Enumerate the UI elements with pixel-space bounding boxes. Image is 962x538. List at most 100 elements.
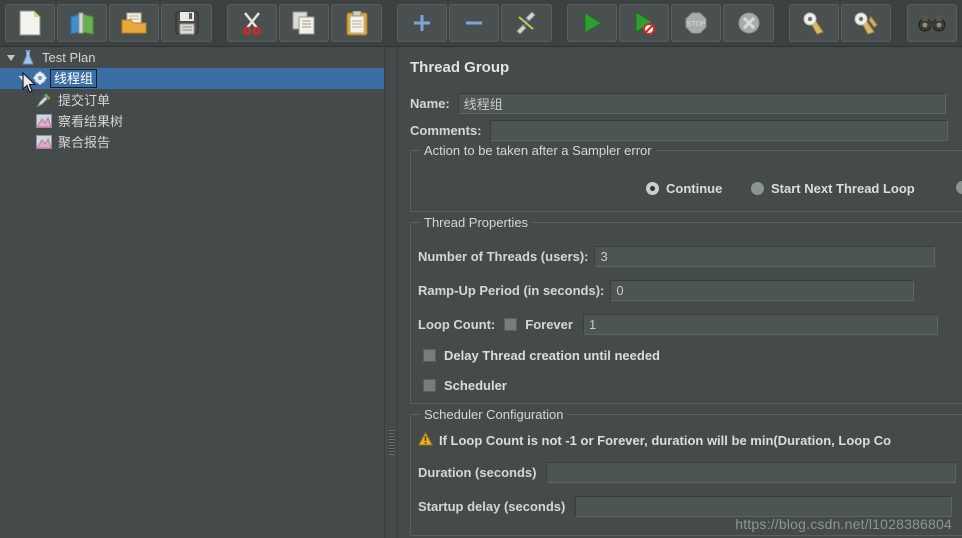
tree-node-http-request[interactable]: 提交订单: [0, 89, 384, 110]
tree-node-label: 察看结果树: [58, 114, 124, 129]
comments-label: Comments:: [410, 123, 482, 138]
paste-button[interactable]: [331, 4, 382, 42]
splitter-grip[interactable]: [389, 429, 394, 455]
toolbar-separator-4: [775, 4, 788, 42]
clear-all-broom-icon: [853, 11, 879, 35]
expand-arrow-icon[interactable]: [4, 47, 18, 68]
cut-button[interactable]: [227, 4, 278, 42]
toolbar-separator-5: [892, 4, 905, 42]
binoculars-icon: [918, 13, 946, 33]
tree-node-thread-group[interactable]: 线程组: [0, 68, 384, 89]
startup-delay-input[interactable]: [575, 496, 953, 517]
start-button[interactable]: [567, 4, 618, 42]
ramp-up-period-input[interactable]: 0: [610, 280, 915, 301]
tree-node-label: Test Plan: [42, 50, 96, 65]
toggle-pencil-icon: [513, 11, 539, 35]
page-title: Thread Group: [410, 59, 510, 76]
number-of-threads-input[interactable]: 3: [594, 246, 936, 267]
duration-label: Duration (seconds): [418, 465, 537, 480]
clipboard-paste-icon: [346, 10, 368, 36]
comments-row: Comments:: [410, 120, 958, 141]
sampler-error-legend: Action to be taken after a Sampler error: [420, 143, 656, 158]
open-button[interactable]: [109, 4, 160, 42]
toggle-button[interactable]: [501, 4, 552, 42]
delay-thread-creation-checkbox[interactable]: [423, 349, 436, 362]
watermark-text: https://blog.csdn.net/l1028386804: [735, 516, 952, 532]
templates-icon: [69, 11, 95, 35]
loop-count-label: Loop Count:: [418, 317, 496, 332]
collapse-all-button[interactable]: [449, 4, 500, 42]
scheduler-checkbox[interactable]: [423, 379, 436, 392]
radio-start-next-thread-loop[interactable]: Start Next Thread Loop: [751, 181, 915, 196]
stop-button[interactable]: STOP: [671, 4, 722, 42]
test-plan-tree[interactable]: Test Plan 线程组 提交订单 察看结果树 聚合报告: [0, 47, 384, 538]
save-button[interactable]: [161, 4, 212, 42]
delay-thread-creation-label: Delay Thread creation until needed: [444, 348, 660, 363]
copy-pages-icon: [291, 11, 317, 35]
templates-button[interactable]: [57, 4, 108, 42]
test-plan-icon: [18, 47, 38, 68]
clear-button[interactable]: [789, 4, 840, 42]
duration-input[interactable]: [546, 462, 957, 483]
thread-properties-group: Thread Properties Number of Threads (use…: [410, 215, 962, 404]
duration-row: Duration (seconds): [418, 462, 957, 483]
http-sampler-icon: [34, 89, 54, 110]
jmeter-window: STOP Test Plan 线程组 提交订单 察看结果树 聚合报告 Threa…: [0, 0, 962, 538]
ramp-up-period-row: Ramp-Up Period (in seconds): 0: [418, 280, 915, 301]
tree-node-label-edit[interactable]: 线程组: [50, 69, 98, 88]
toolbar-separator-3: [553, 4, 566, 42]
radio-start-next-thread-loop-label: Start Next Thread Loop: [771, 181, 915, 196]
scheduler-warning-row: If Loop Count is not -1 or Forever, dura…: [417, 431, 892, 449]
main-toolbar: STOP: [0, 0, 962, 47]
panel-splitter[interactable]: [384, 47, 398, 538]
number-of-threads-label: Number of Threads (users):: [418, 249, 589, 264]
aggregate-report-icon: [34, 131, 54, 152]
radio-dot-icon: [956, 181, 962, 194]
shutdown-button[interactable]: [723, 4, 774, 42]
stop-octagon-icon: STOP: [684, 11, 708, 35]
comments-input[interactable]: [489, 120, 948, 141]
new-test-plan-button[interactable]: [5, 4, 56, 42]
tree-node-label: 提交订单: [58, 93, 111, 108]
warning-triangle-icon: [417, 431, 439, 449]
delay-thread-creation-row[interactable]: Delay Thread creation until needed: [423, 348, 660, 363]
ramp-up-period-label: Ramp-Up Period (in seconds):: [418, 283, 605, 298]
forever-checkbox[interactable]: [504, 318, 518, 331]
save-disk-icon: [175, 11, 199, 35]
tree-node-view-results-tree[interactable]: 察看结果树: [0, 110, 384, 131]
expand-all-button[interactable]: [397, 4, 448, 42]
minus-icon: [463, 12, 485, 34]
expand-arrow-icon[interactable]: [16, 68, 30, 89]
svg-text:STOP: STOP: [687, 21, 706, 28]
search-button[interactable]: [906, 4, 958, 42]
loop-count-row: Loop Count: Forever 1: [418, 314, 938, 335]
radio-continue[interactable]: Continue: [646, 181, 722, 196]
radio-dot-icon: [751, 182, 764, 195]
scheduler-row[interactable]: Scheduler: [423, 378, 507, 393]
name-input[interactable]: 线程组: [457, 93, 946, 114]
tree-node-aggregate-report[interactable]: 聚合报告: [0, 131, 384, 152]
radio-third-option[interactable]: [956, 181, 962, 194]
loop-count-input[interactable]: 1: [582, 314, 938, 335]
thread-group-icon: [30, 68, 50, 89]
thread-group-editor: Thread Group Name: 线程组 Comments: Action …: [398, 47, 962, 538]
open-folder-icon: [121, 12, 147, 34]
new-document-icon: [18, 10, 42, 36]
green-play-no-timers-icon: [632, 11, 656, 35]
clear-all-button[interactable]: [841, 4, 892, 42]
copy-button[interactable]: [279, 4, 330, 42]
start-no-pauses-button[interactable]: [619, 4, 670, 42]
scissors-icon: [240, 11, 264, 35]
toolbar-separator-1: [213, 4, 226, 42]
scheduler-label: Scheduler: [444, 378, 507, 393]
startup-delay-row: Startup delay (seconds): [418, 496, 953, 517]
radio-dot-icon: [646, 182, 659, 195]
tree-node-test-plan[interactable]: Test Plan: [0, 47, 384, 68]
sampler-error-group: Action to be taken after a Sampler error…: [410, 143, 962, 212]
number-of-threads-row: Number of Threads (users): 3: [418, 246, 936, 267]
plus-icon: [411, 12, 433, 34]
scheduler-warning-text: If Loop Count is not -1 or Forever, dura…: [439, 433, 892, 448]
scheduler-configuration-legend: Scheduler Configuration: [420, 407, 568, 422]
radio-continue-label: Continue: [666, 181, 723, 196]
toolbar-separator-2: [383, 4, 396, 42]
